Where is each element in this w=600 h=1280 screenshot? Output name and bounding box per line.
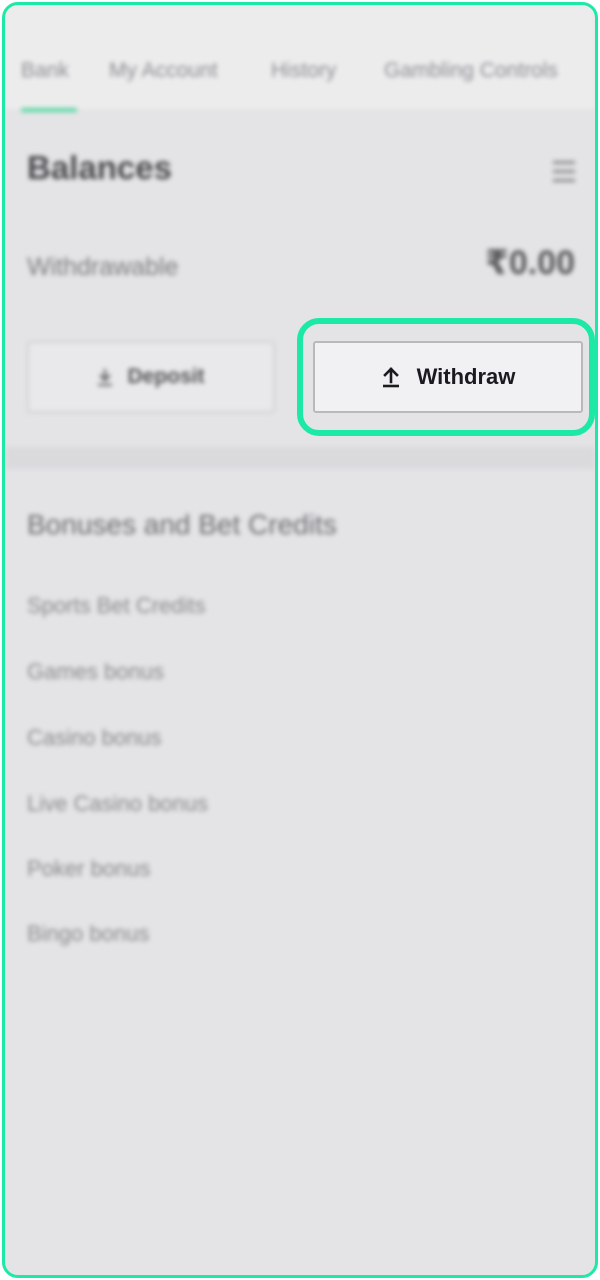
hamburger-icon[interactable] [553, 161, 575, 183]
withdrawable-label: Withdrawable [27, 253, 179, 281]
app-frame: Bank My Account History Gambling Control… [2, 2, 598, 1278]
deposit-label: Deposit [127, 365, 205, 388]
tab-bank[interactable]: Bank [21, 59, 69, 83]
bonus-item-bingo[interactable]: Bingo bonus [27, 921, 149, 947]
withdraw-label: Withdraw [416, 364, 516, 389]
bonus-item-casino[interactable]: Casino bonus [27, 725, 162, 751]
balances-title: Balances [27, 149, 172, 186]
tab-history[interactable]: History [271, 59, 336, 83]
bonus-item-games[interactable]: Games bonus [27, 659, 164, 685]
bonus-item-live-casino[interactable]: Live Casino bonus [27, 791, 208, 817]
deposit-button[interactable]: Deposit [27, 341, 275, 413]
bonuses-title: Bonuses and Bet Credits [27, 509, 337, 540]
tab-my-account[interactable]: My Account [109, 59, 218, 83]
withdraw-button[interactable]: Withdraw [313, 341, 583, 413]
withdrawable-value: ₹0.00 [485, 244, 575, 282]
tab-bar: Bank My Account History Gambling Control… [5, 5, 595, 109]
section-divider [5, 447, 595, 469]
bonus-item-sports-bet-credits[interactable]: Sports Bet Credits [27, 593, 206, 619]
active-tab-indicator [21, 108, 77, 112]
upload-icon [382, 367, 399, 388]
download-icon [98, 369, 113, 386]
bonus-item-poker[interactable]: Poker bonus [27, 856, 151, 882]
tab-gambling-controls[interactable]: Gambling Controls [384, 59, 558, 83]
